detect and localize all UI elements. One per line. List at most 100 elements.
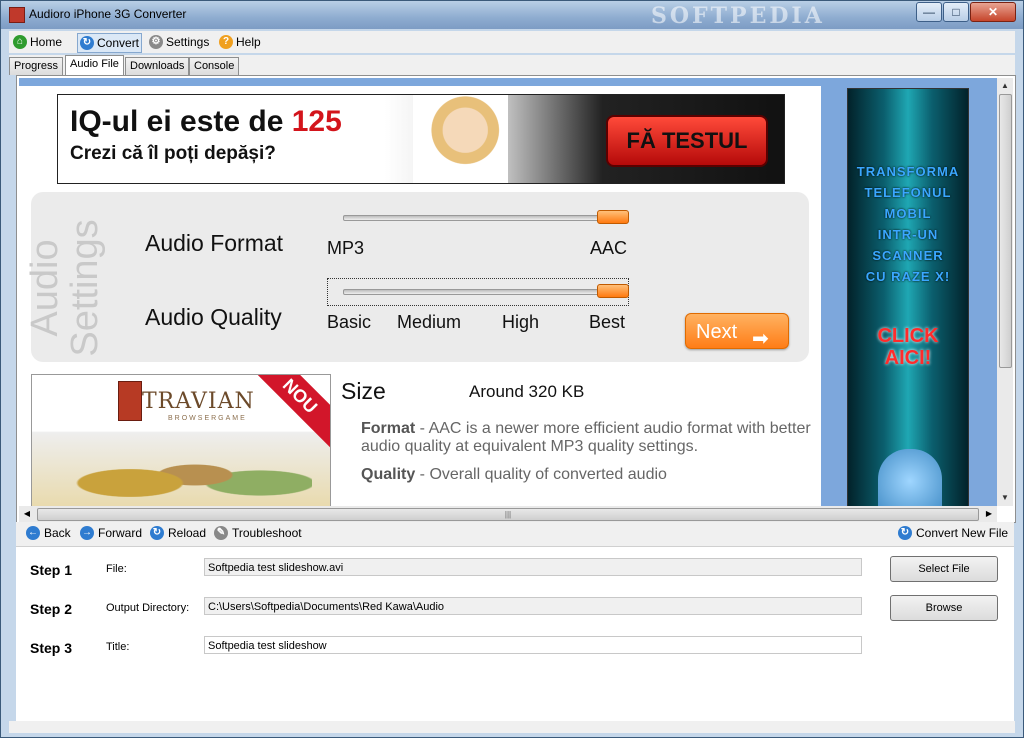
quality-description: Quality - Overall quality of converted a… — [361, 466, 811, 484]
xray-ad-click-line1: CLICK — [877, 325, 939, 347]
window-title: Audioro iPhone 3G Converter — [29, 7, 187, 21]
scroll-down-icon[interactable]: ▼ — [997, 490, 1013, 506]
format-text: - AAC is a newer more efficient audio fo… — [361, 420, 811, 455]
scroll-right-icon[interactable]: ▶ — [981, 506, 997, 522]
title-field[interactable]: Softpedia test slideshow — [204, 636, 862, 654]
xray-ad-line: TELEFONUL — [864, 185, 952, 200]
conversion-form: Step 1 File: Softpedia test slideshow.av… — [16, 546, 1014, 721]
travian-subtitle: BROWSERGAME — [168, 415, 247, 422]
xray-ad-line: TRANSFORMA — [856, 164, 960, 179]
horizontal-scrollbar[interactable]: ◀ ||| ▶ — [19, 506, 997, 522]
horizontal-scroll-thumb[interactable]: ||| — [37, 508, 979, 521]
menu-bar: ⌂ Home ↻ Convert ⚙ Settings ? Help — [9, 31, 1015, 53]
browse-button[interactable]: Browse — [890, 595, 998, 621]
quality-option-basic: Basic — [327, 312, 372, 332]
content-page: IQ-ul ei este de 125 Crezi că îl poți de… — [19, 86, 821, 506]
iq-ad-number: 125 — [291, 105, 342, 138]
xray-ad-line: INTR-UN — [877, 227, 939, 242]
menu-help[interactable]: ? Help — [217, 33, 263, 51]
vertical-scrollbar[interactable]: ▲ ▼ — [997, 78, 1013, 506]
web-view: IQ-ul ei este de 125 Crezi că îl poți de… — [16, 75, 1016, 523]
tab-audio-file[interactable]: Audio File — [65, 55, 124, 75]
travian-ad[interactable]: TRAVIAN BROWSERGAME NOU — [31, 374, 331, 506]
travian-characters-image — [52, 435, 312, 506]
quality-term: Quality — [361, 466, 416, 483]
xray-ad-line: MOBIL — [884, 206, 932, 221]
xray-ad-line: CU RAZE X! — [865, 269, 951, 284]
next-button-label: Next — [696, 321, 738, 343]
format-option-mp3: MP3 — [327, 238, 365, 258]
tab-progress[interactable]: Progress — [9, 57, 64, 75]
output-directory-label: Output Directory: — [106, 602, 190, 614]
forward-label: Forward — [98, 526, 143, 540]
title-label: Title: — [106, 641, 130, 653]
reload-label: Reload — [168, 526, 207, 540]
maximize-button[interactable]: □ — [943, 2, 969, 22]
vertical-scroll-thumb[interactable] — [999, 94, 1012, 368]
menu-settings-label: Settings — [166, 35, 210, 49]
quality-option-high: High — [502, 312, 540, 332]
audio-settings-panel: Audio Settings Audio Format MP3 AAC Audi… — [24, 192, 809, 362]
audio-settings-vertical-title: Audio Settings — [24, 219, 106, 357]
minimize-button[interactable]: — — [916, 2, 942, 22]
next-button[interactable]: Next ➡ — [685, 313, 789, 350]
app-window: Audioro iPhone 3G Converter SOFTPEDIA — … — [0, 0, 1024, 738]
xray-ad-line: SCANNER — [872, 248, 944, 263]
size-label: Size — [341, 378, 386, 404]
softpedia-watermark: SOFTPEDIA — [651, 3, 825, 29]
arrow-right-icon: ➡ — [752, 328, 769, 350]
convert-icon: ↻ — [80, 36, 94, 50]
menu-home-label: Home — [30, 35, 63, 49]
reload-button[interactable]: ↻ Reload — [150, 526, 206, 540]
scroll-left-icon[interactable]: ◀ — [19, 506, 35, 522]
output-directory-field[interactable]: C:\Users\Softpedia\Documents\Red Kawa\Au… — [204, 597, 862, 615]
back-button[interactable]: ← Back — [26, 526, 71, 540]
iq-ad-test-button[interactable]: FĂ TESTUL — [606, 115, 768, 167]
travian-shield-icon — [118, 381, 142, 421]
back-arrow-icon: ← — [26, 526, 40, 540]
xray-scanner-ad[interactable]: TRANSFORMA TELEFONUL MOBIL INTR-UN SCANN… — [847, 88, 969, 506]
troubleshoot-button[interactable]: ✎ Troubleshoot — [214, 526, 302, 540]
audio-format-label: Audio Format — [145, 230, 284, 256]
scroll-up-icon[interactable]: ▲ — [997, 78, 1013, 94]
format-term: Format — [361, 420, 416, 437]
tab-strip: Progress Audio File Downloads Console — [9, 55, 1015, 75]
menu-convert[interactable]: ↻ Convert — [77, 33, 143, 53]
tab-downloads[interactable]: Downloads — [125, 57, 190, 75]
browser-nav-bar: ← Back → Forward ↻ Reload ✎ Troubleshoot… — [16, 522, 1014, 546]
format-description: Format - AAC is a newer more efficient a… — [361, 420, 811, 456]
size-value: Around 320 KB — [469, 382, 585, 401]
web-content: IQ-ul ei este de 125 Crezi că îl poți de… — [19, 78, 997, 506]
home-icon: ⌂ — [13, 35, 27, 49]
convert-new-file-label: Convert New File — [916, 526, 1009, 540]
menu-settings[interactable]: ⚙ Settings — [147, 33, 211, 51]
iq-ad-headline-text: IQ-ul ei este de — [70, 105, 292, 138]
select-file-button[interactable]: Select File — [890, 556, 998, 582]
close-button[interactable]: ✕ — [970, 2, 1016, 22]
reload-icon: ↻ — [150, 526, 164, 540]
audio-format-slider-track[interactable] — [343, 215, 629, 221]
convert-new-file-button[interactable]: ↻ Convert New File — [898, 526, 1008, 540]
forward-button[interactable]: → Forward — [80, 526, 142, 540]
iq-ad-headline: IQ-ul ei este de 125 — [70, 105, 342, 139]
menu-help-label: Help — [236, 35, 261, 49]
audio-format-slider-thumb[interactable] — [597, 210, 629, 224]
wrench-icon: ✎ — [214, 526, 228, 540]
iq-ad-subline: Crezi că îl poți depăși? — [70, 143, 276, 164]
quality-text: - Overall quality of converted audio — [415, 466, 667, 483]
menu-home[interactable]: ⌂ Home — [11, 33, 64, 51]
iq-test-banner-ad[interactable]: IQ-ul ei este de 125 Crezi că îl poți de… — [57, 94, 785, 184]
troubleshoot-label: Troubleshoot — [232, 526, 302, 540]
audio-quality-slider-track[interactable] — [343, 289, 629, 295]
title-bar[interactable]: Audioro iPhone 3G Converter SOFTPEDIA — … — [1, 1, 1023, 29]
file-field[interactable]: Softpedia test slideshow.avi — [204, 558, 862, 576]
audio-quality-slider-thumb[interactable] — [597, 284, 629, 298]
menu-convert-label: Convert — [97, 36, 140, 50]
xray-head-image — [878, 449, 942, 506]
xray-ad-click-here[interactable]: CLICK AICI! — [848, 325, 968, 369]
forward-arrow-icon: → — [80, 526, 94, 540]
convert-icon: ↻ — [898, 526, 912, 540]
tab-console[interactable]: Console — [189, 57, 240, 75]
quality-option-best: Best — [589, 312, 626, 332]
back-label: Back — [44, 526, 71, 540]
